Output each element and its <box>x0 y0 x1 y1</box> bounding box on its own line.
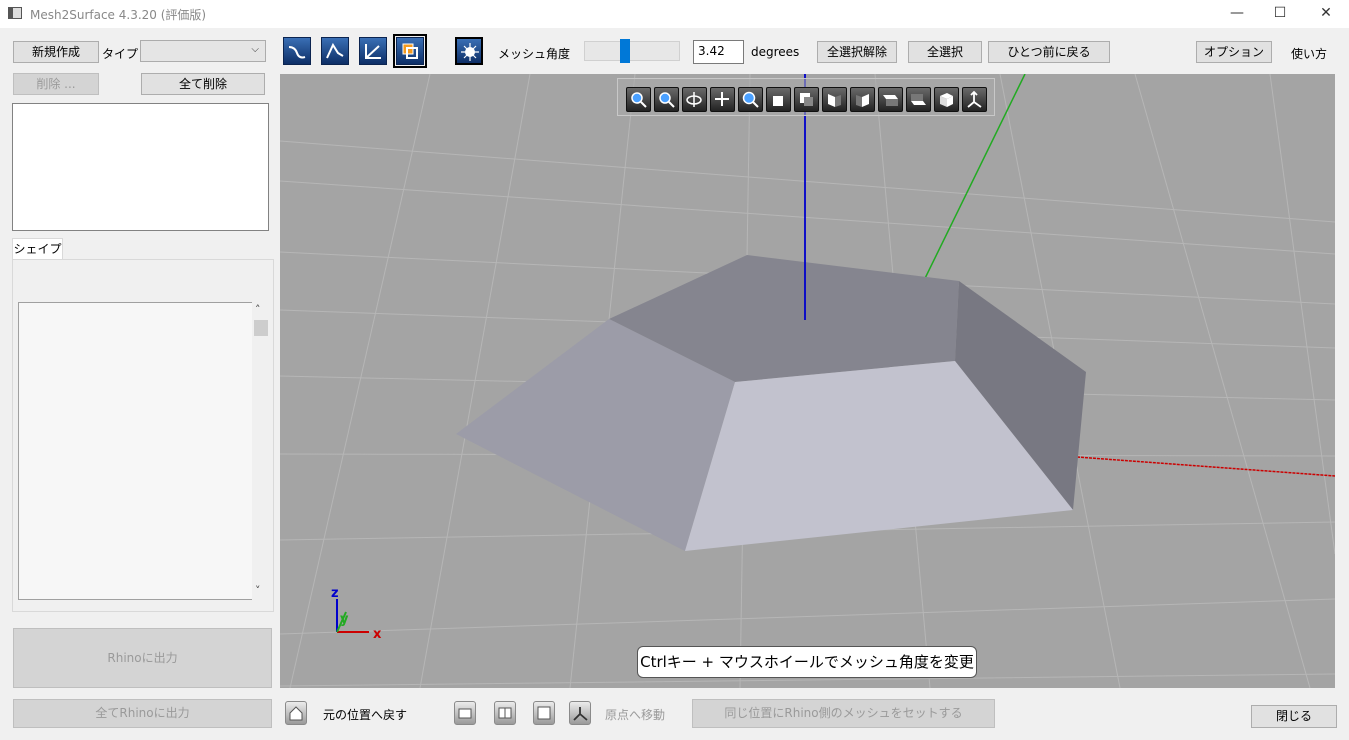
app-icon <box>8 7 22 19</box>
view-iso-icon <box>940 93 953 107</box>
zoom-window-button[interactable] <box>654 87 679 112</box>
restore-position-button[interactable] <box>285 701 307 725</box>
mesh-shape[interactable] <box>456 255 1086 551</box>
view-right-button[interactable] <box>850 87 875 112</box>
view-left-button[interactable] <box>822 87 847 112</box>
surface-tool-button[interactable] <box>393 34 427 68</box>
mesh-angle-unit: degrees <box>751 45 800 59</box>
minimize-button[interactable]: — <box>1214 0 1260 28</box>
tab-shape[interactable]: シェイプ <box>12 238 63 260</box>
options-button[interactable]: オプション ... <box>1196 41 1272 79</box>
shape-list-scrollbar[interactable]: ˄ ˅ <box>252 302 270 600</box>
select-all-button[interactable]: 全選択 <box>908 41 982 63</box>
rotate-button[interactable] <box>682 87 707 112</box>
view-left-icon <box>828 94 841 107</box>
3d-viewport[interactable]: z y x <box>280 74 1335 688</box>
type-select[interactable]: ⌵ <box>140 40 266 62</box>
triad-x-label: x <box>373 627 382 642</box>
mesh-angle-slider-thumb[interactable] <box>620 39 631 63</box>
move-origin-2-button[interactable] <box>494 701 516 725</box>
curve-tool-button[interactable] <box>283 37 311 65</box>
home-icon <box>289 706 303 721</box>
view-top-icon <box>883 95 898 106</box>
auto-detect-button[interactable] <box>455 37 483 65</box>
pan-icon <box>715 92 729 106</box>
view-right-icon <box>856 94 869 107</box>
x-axis-line <box>1076 456 1335 477</box>
zoom-icon <box>742 91 759 108</box>
plane-tool-icon <box>365 44 381 59</box>
move-origin-1-button[interactable] <box>454 701 476 725</box>
scroll-up-icon[interactable]: ˄ <box>255 303 261 316</box>
viewport-toolbar <box>617 78 995 116</box>
help-link[interactable]: 使い方 <box>1291 45 1327 62</box>
profile-tool-button[interactable] <box>321 37 349 65</box>
axes-icon <box>573 707 588 721</box>
move-origin-3-button[interactable] <box>533 701 555 725</box>
deselect-all-button[interactable]: 全選択解除 <box>817 41 897 63</box>
view-iso-button[interactable] <box>934 87 959 112</box>
maximize-button[interactable]: ☐ <box>1257 0 1303 28</box>
align-side-icon <box>498 707 512 719</box>
view-axes-button[interactable] <box>962 87 987 112</box>
move-origin-axes-button[interactable] <box>569 701 591 725</box>
window-title: Mesh2Surface 4.3.20 (評価版) <box>30 8 207 22</box>
zoom-extents-button[interactable] <box>626 87 651 112</box>
view-front-button[interactable] <box>766 87 791 112</box>
view-front-icon <box>773 96 783 106</box>
axis-triad: z y x <box>331 586 382 642</box>
plane-tool-button[interactable] <box>359 37 387 65</box>
view-bottom-button[interactable] <box>906 87 931 112</box>
delete-all-button[interactable]: 全て削除 <box>141 73 265 95</box>
close-button[interactable]: 閉じる <box>1251 705 1337 728</box>
surface-tool-icon <box>402 43 418 59</box>
align-front-icon <box>458 708 472 719</box>
zoom-button[interactable] <box>738 87 763 112</box>
type-label: タイプ <box>102 47 139 61</box>
restore-position-label: 元の位置へ戻す <box>323 708 408 722</box>
pan-button[interactable] <box>710 87 735 112</box>
export-all-rhino-button[interactable]: 全てRhinoに出力 <box>13 699 272 728</box>
viewport-hint: Ctrlキー + マウスホイールでメッシュ角度を変更 <box>637 646 977 678</box>
triad-z-label: z <box>331 586 339 601</box>
new-button[interactable]: 新規作成 <box>13 41 99 63</box>
view-bottom-icon <box>911 94 926 105</box>
export-rhino-button[interactable]: Rhinoに出力 <box>13 628 272 688</box>
mesh-angle-label: メッシュ角度 <box>498 47 571 61</box>
zoom-window-icon <box>659 92 675 108</box>
view-back-icon <box>800 93 813 106</box>
scrollbar-thumb[interactable] <box>254 320 268 336</box>
sparkle-icon <box>461 43 479 61</box>
view-axes-icon <box>967 90 982 108</box>
shape-list[interactable] <box>18 302 270 600</box>
view-top-button[interactable] <box>878 87 903 112</box>
move-origin-label: 原点へ移動 <box>605 708 666 722</box>
curve-tool-icon <box>288 46 306 59</box>
mesh-angle-input[interactable]: 3.42 <box>693 40 744 64</box>
rotate-icon <box>686 92 702 107</box>
scroll-down-icon[interactable]: ˅ <box>255 584 261 597</box>
set-rhino-mesh-button[interactable]: 同じ位置にRhino側のメッシュをセットする <box>692 699 995 728</box>
triad-y-label: y <box>340 612 349 627</box>
title-bar: Mesh2Surface 4.3.20 (評価版) — ☐ ✕ <box>0 0 1349 28</box>
object-list[interactable] <box>12 103 269 231</box>
chevron-down-icon: ⌵ <box>251 44 259 55</box>
undo-button[interactable]: ひとつ前に戻る <box>988 41 1110 63</box>
mesh-angle-slider[interactable] <box>584 41 680 61</box>
viewport-scene: z y x <box>280 74 1335 688</box>
view-back-button[interactable] <box>794 87 819 112</box>
align-top-icon <box>537 706 551 720</box>
profile-tool-icon <box>326 42 344 59</box>
close-window-button[interactable]: ✕ <box>1303 0 1349 28</box>
delete-button[interactable]: 削除 ... <box>13 73 99 95</box>
zoom-extents-icon <box>631 92 647 108</box>
